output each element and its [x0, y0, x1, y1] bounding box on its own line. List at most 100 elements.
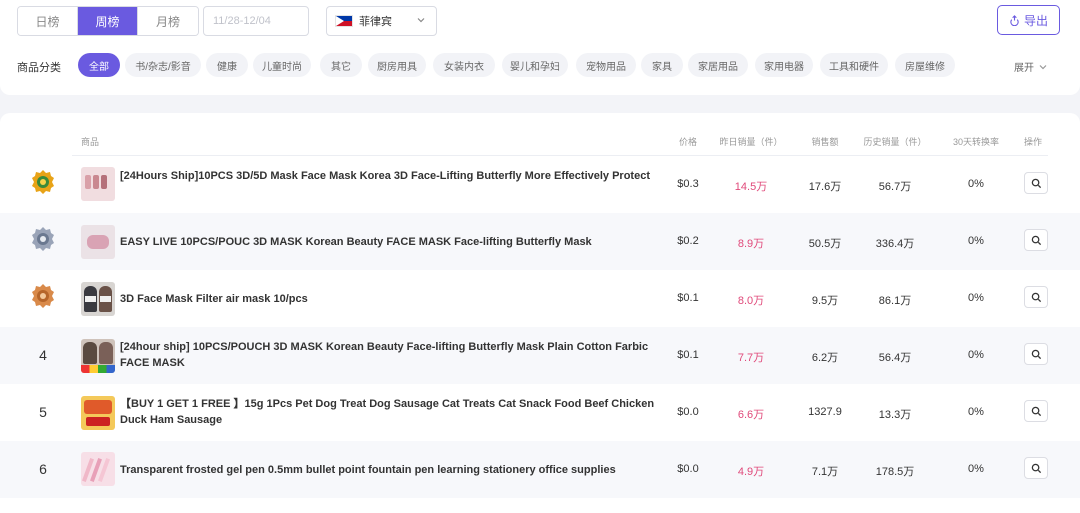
conversion-value: 0%: [968, 178, 984, 190]
tab-daily[interactable]: 日榜: [18, 7, 78, 35]
revenue-value: 17.6万: [808, 181, 842, 193]
total-sales-value: 336.4万: [875, 238, 915, 250]
search-button[interactable]: [1024, 343, 1048, 365]
product-title-link[interactable]: 3D Face Mask Filter air mask 10/pcs: [120, 291, 660, 307]
total-sales-value: 56.4万: [878, 352, 912, 364]
price-value: $0.2: [677, 235, 699, 247]
product-title-link[interactable]: [24Hours Ship]10PCS 3D/5D Mask Face Mask…: [120, 168, 660, 184]
search-icon: [1031, 349, 1041, 359]
export-button[interactable]: 导出: [997, 5, 1060, 35]
column-header-price[interactable]: 价格: [668, 135, 708, 148]
category-books[interactable]: 书/杂志/影音: [125, 53, 201, 77]
table-row[interactable]: EASY LIVE 10PCS/POUC 3D MASK Korean Beau…: [0, 213, 1080, 270]
column-header-revenue[interactable]: 销售额: [800, 135, 850, 148]
category-kitchen[interactable]: 厨房用具: [368, 53, 426, 77]
conversion-value: 0%: [968, 406, 984, 418]
gold-medal-icon: [32, 170, 54, 194]
product-title-link[interactable]: Transparent frosted gel pen 0.5mm bullet…: [120, 462, 660, 478]
column-header-total-sales[interactable]: 历史销量（件）: [859, 135, 931, 148]
product-thumbnail[interactable]: [81, 167, 115, 201]
category-pet[interactable]: 宠物用品: [576, 53, 636, 77]
category-home-repair[interactable]: 房屋维修: [895, 53, 955, 77]
export-icon: [1010, 14, 1019, 26]
tab-monthly[interactable]: 月榜: [138, 7, 198, 35]
product-title-link[interactable]: 【BUY 1 GET 1 FREE 】15g 1Pcs Pet Dog Trea…: [120, 396, 660, 428]
search-button[interactable]: [1024, 172, 1048, 194]
category-women-underwear[interactable]: 女装内衣: [433, 53, 495, 77]
category-tools[interactable]: 工具和硬件: [820, 53, 888, 77]
country-select[interactable]: 菲律宾: [326, 6, 437, 36]
price-value: $0.1: [677, 292, 699, 304]
conversion-value: 0%: [968, 349, 984, 361]
revenue-value: 50.5万: [808, 238, 842, 250]
search-button[interactable]: [1024, 457, 1048, 479]
chevron-down-icon: [1039, 64, 1047, 69]
table-row[interactable]: [24Hours Ship]10PCS 3D/5D Mask Face Mask…: [0, 156, 1080, 213]
search-button[interactable]: [1024, 400, 1048, 422]
silver-medal-icon: [32, 227, 54, 251]
search-icon: [1031, 292, 1041, 302]
column-header-action: 操作: [1023, 137, 1042, 147]
price-value: $0.3: [677, 178, 699, 190]
conversion-value: 0%: [968, 292, 984, 304]
tab-weekly[interactable]: 周榜: [78, 7, 138, 35]
date-range-picker[interactable]: 11/28-12/04: [203, 6, 309, 36]
price-value: $0.0: [677, 406, 699, 418]
search-icon: [1031, 463, 1041, 473]
search-icon: [1031, 235, 1041, 245]
rank-number: 5: [39, 404, 47, 420]
rank-number: 6: [39, 461, 47, 477]
search-icon: [1031, 178, 1041, 188]
category-kids-fashion[interactable]: 儿童时尚: [253, 53, 311, 77]
total-sales-value: 86.1万: [878, 295, 912, 307]
search-button[interactable]: [1024, 286, 1048, 308]
category-health[interactable]: 健康: [206, 53, 248, 77]
date-range-value: 11/28-12/04: [213, 15, 271, 27]
category-baby-maternity[interactable]: 婴儿和孕妇: [502, 53, 568, 77]
price-value: $0.1: [677, 349, 699, 361]
category-furniture[interactable]: 家具: [641, 53, 683, 77]
table-row[interactable]: 6 Transparent frosted gel pen 0.5mm bull…: [0, 441, 1080, 498]
bronze-medal-icon: [32, 284, 54, 308]
table-row[interactable]: 3D Face Mask Filter air mask 10/pcs $0.1…: [0, 270, 1080, 327]
yesterday-sales-value: 4.9万: [737, 466, 765, 478]
category-other[interactable]: 其它: [320, 53, 362, 77]
total-sales-value: 13.3万: [878, 409, 912, 421]
product-thumbnail[interactable]: [81, 282, 115, 316]
category-label: 商品分类: [17, 62, 61, 74]
table-row[interactable]: 5 【BUY 1 GET 1 FREE 】15g 1Pcs Pet Dog Tr…: [0, 384, 1080, 441]
product-thumbnail[interactable]: [81, 339, 115, 373]
search-button[interactable]: [1024, 229, 1048, 251]
yesterday-sales-value: 14.5万: [734, 181, 768, 193]
product-thumbnail[interactable]: [81, 225, 115, 259]
expand-label: 展开: [1014, 63, 1034, 74]
revenue-value: 7.1万: [811, 466, 839, 478]
rank-number: 4: [39, 347, 47, 363]
table-row[interactable]: 4 [24hour ship] 10PCS/POUCH 3D MASK Kore…: [0, 327, 1080, 384]
chevron-down-icon: [417, 18, 425, 23]
category-home-goods[interactable]: 家居用品: [688, 53, 748, 77]
price-value: $0.0: [677, 463, 699, 475]
conversion-value: 0%: [968, 463, 984, 475]
revenue-value: 1327.9: [808, 406, 842, 418]
product-title-link[interactable]: EASY LIVE 10PCS/POUC 3D MASK Korean Beau…: [120, 234, 660, 250]
product-thumbnail[interactable]: [81, 396, 115, 430]
category-all[interactable]: 全部: [78, 53, 120, 77]
search-icon: [1031, 406, 1041, 416]
period-tabs: 日榜 周榜 月榜: [17, 6, 199, 36]
yesterday-sales-value: 8.0万: [737, 295, 765, 307]
yesterday-sales-value: 7.7万: [737, 352, 765, 364]
total-sales-value: 178.5万: [875, 466, 915, 478]
export-label: 导出: [1023, 13, 1048, 28]
philippines-flag-icon: [335, 15, 353, 27]
total-sales-value: 56.7万: [878, 181, 912, 193]
column-header-yesterday-sales[interactable]: 昨日销量（件）: [716, 135, 786, 148]
conversion-value: 0%: [968, 235, 984, 247]
product-title-link[interactable]: [24hour ship] 10PCS/POUCH 3D MASK Korean…: [120, 339, 660, 371]
column-header-product: 商品: [81, 137, 100, 147]
category-appliances[interactable]: 家用电器: [755, 53, 813, 77]
revenue-value: 9.5万: [811, 295, 839, 307]
column-header-conversion[interactable]: 30天转换率: [946, 135, 1006, 148]
expand-categories-button[interactable]: 展开: [1014, 59, 1048, 74]
product-thumbnail[interactable]: [81, 452, 115, 486]
